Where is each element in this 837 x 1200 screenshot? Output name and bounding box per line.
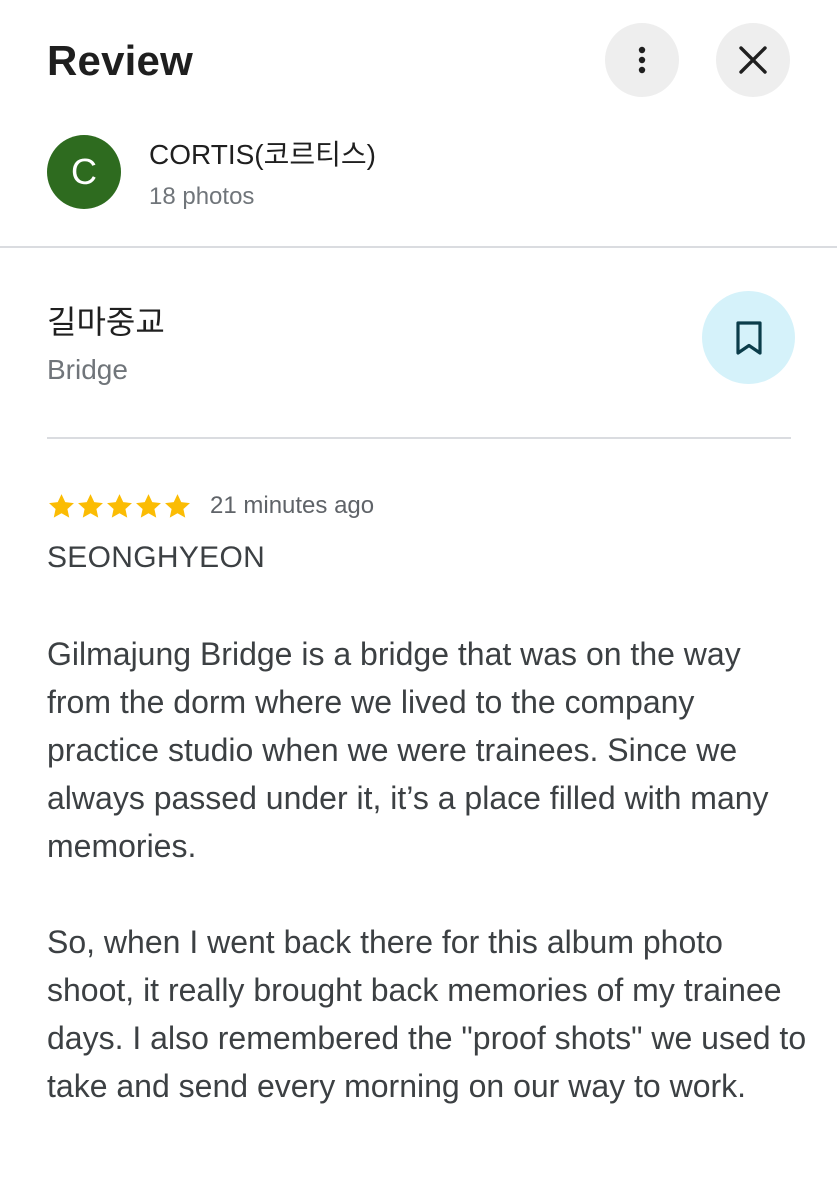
save-button[interactable]: [702, 291, 795, 384]
avatar[interactable]: C: [47, 135, 121, 209]
review-paragraph: So, when I went back there for this albu…: [47, 924, 807, 1104]
place-name[interactable]: 길마중교: [47, 302, 165, 342]
star-icon: [78, 493, 103, 518]
close-button[interactable]: [716, 23, 790, 97]
divider: [47, 437, 791, 439]
place-type: Bridge: [47, 354, 128, 385]
divider: [0, 246, 837, 248]
author-photo-count: 18 photos: [149, 183, 255, 210]
bookmark-icon: [735, 320, 762, 355]
star-icon: [49, 493, 74, 518]
page-title: Review: [47, 37, 193, 84]
star-icon: [165, 493, 190, 518]
rating-row: 21 minutes ago: [47, 488, 374, 524]
close-icon: [739, 46, 767, 74]
more-vertical-icon: [638, 46, 646, 74]
star-rating: [47, 492, 192, 521]
reviewer-name: SEONGHYEON: [47, 541, 266, 574]
author-name[interactable]: CORTIS(코르티스): [149, 138, 376, 172]
star-icon: [136, 493, 161, 518]
more-options-button[interactable]: [605, 23, 679, 97]
review-paragraph: Gilmajung Bridge is a bridge that was on…: [47, 636, 769, 864]
star-icon: [107, 493, 132, 518]
review-header: Review: [0, 0, 837, 120]
author-row[interactable]: C CORTIS(코르티스) 18 photos: [0, 120, 837, 247]
review-text: Gilmajung Bridge is a bridge that was on…: [47, 630, 807, 1110]
review-timestamp: 21 minutes ago: [210, 492, 375, 519]
